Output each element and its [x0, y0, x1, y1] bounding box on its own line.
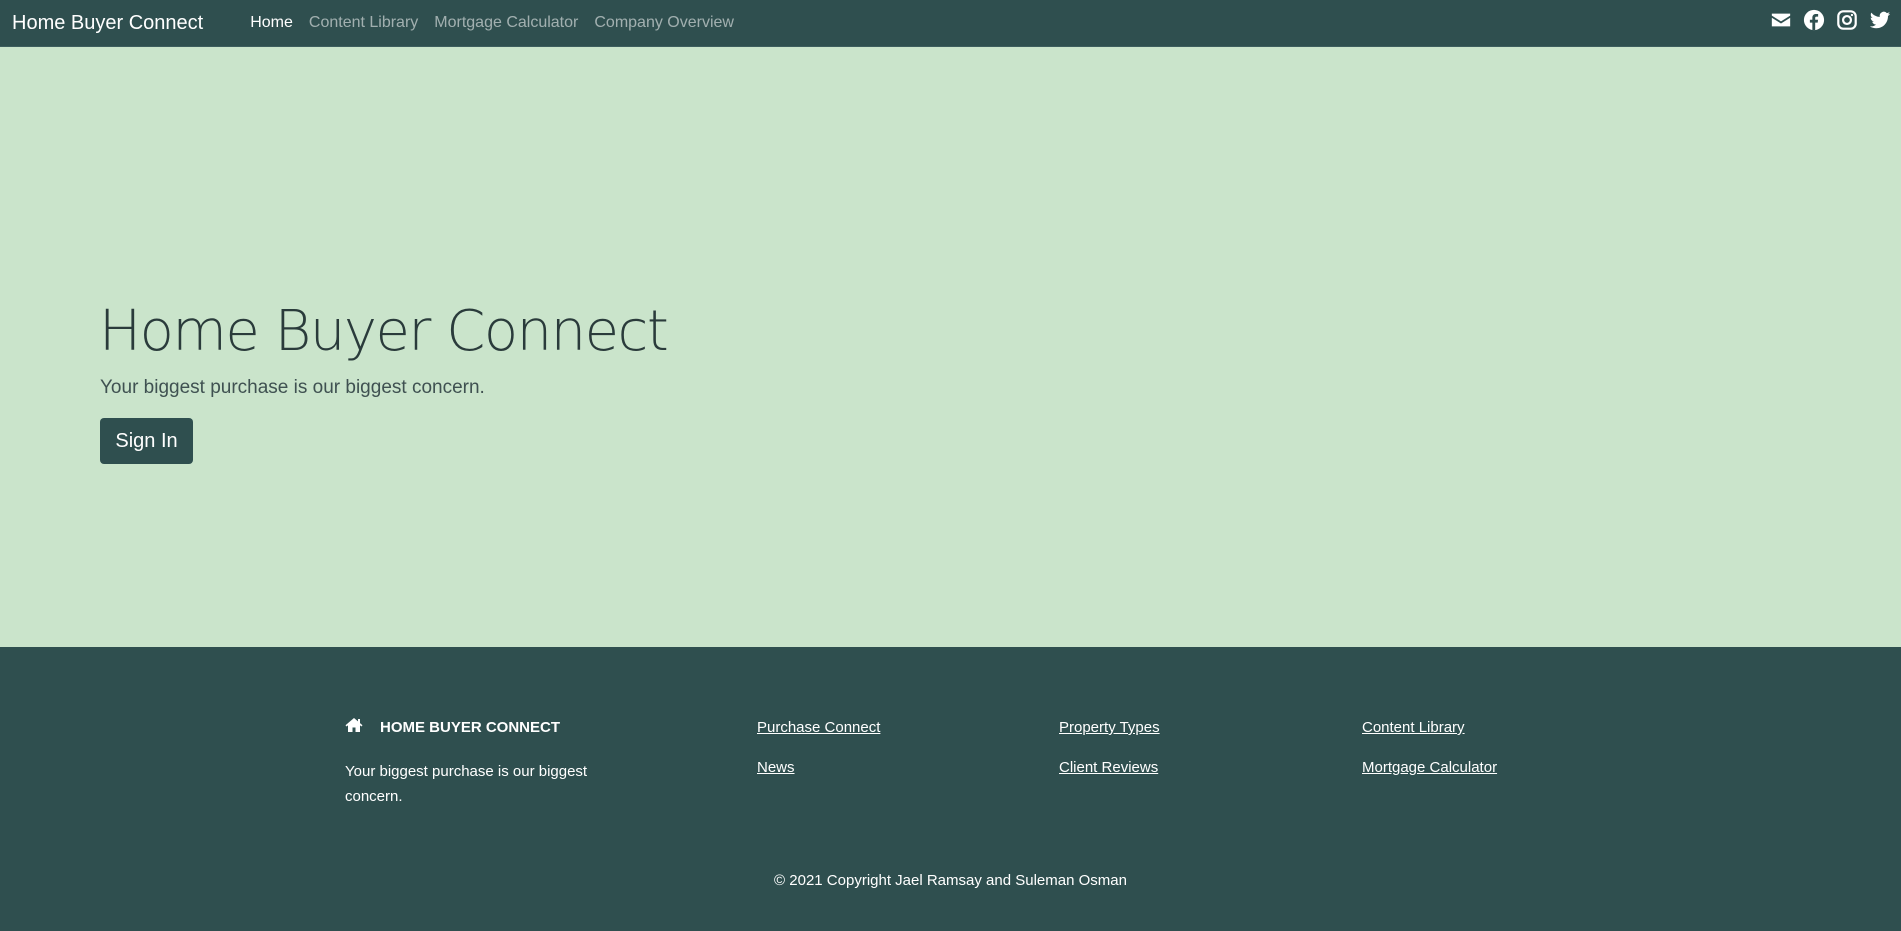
facebook-icon[interactable]: [1803, 9, 1825, 31]
nav-link-company-overview[interactable]: Company Overview: [594, 14, 734, 32]
nav-link-home[interactable]: Home: [250, 14, 293, 32]
envelope-icon[interactable]: [1770, 9, 1792, 31]
footer-brand: HOME BUYER CONNECT: [345, 717, 560, 738]
hero-section: Home Buyer Connect Your biggest purchase…: [0, 47, 1901, 647]
hero-subtitle: Your biggest purchase is our biggest con…: [100, 377, 485, 398]
navbar-brand[interactable]: Home Buyer Connect: [12, 12, 203, 35]
footer-link-client-reviews[interactable]: Client Reviews: [1059, 759, 1158, 776]
footer-link-purchase-connect[interactable]: Purchase Connect: [757, 719, 880, 736]
copyright-text: © 2021 Copyright Jael Ramsay and Suleman…: [774, 872, 1127, 889]
footer-link-mortgage-calculator[interactable]: Mortgage Calculator: [1362, 759, 1497, 776]
footer-brand-text: HOME BUYER CONNECT: [380, 719, 561, 736]
instagram-icon[interactable]: [1836, 9, 1858, 31]
footer-link-property-types[interactable]: Property Types: [1059, 719, 1160, 736]
home-icon: [345, 717, 363, 738]
top-navbar: Home Buyer Connect Home Content Library …: [0, 0, 1901, 47]
nav-links: Home Content Library Mortgage Calculator…: [250, 14, 750, 32]
nav-link-mortgage-calculator[interactable]: Mortgage Calculator: [434, 14, 578, 32]
sign-in-button[interactable]: Sign In: [100, 418, 193, 464]
footer-tagline: Your biggest purchase is our biggest con…: [345, 763, 588, 805]
twitter-icon[interactable]: [1869, 9, 1891, 31]
social-links: [1759, 9, 1891, 31]
footer-link-news[interactable]: News: [757, 759, 795, 776]
nav-link-content-library[interactable]: Content Library: [309, 14, 418, 32]
hero-title: Home Buyer Connect: [99, 299, 669, 364]
footer-link-content-library[interactable]: Content Library: [1362, 719, 1465, 736]
footer: HOME BUYER CONNECT Your biggest purchase…: [0, 647, 1901, 931]
